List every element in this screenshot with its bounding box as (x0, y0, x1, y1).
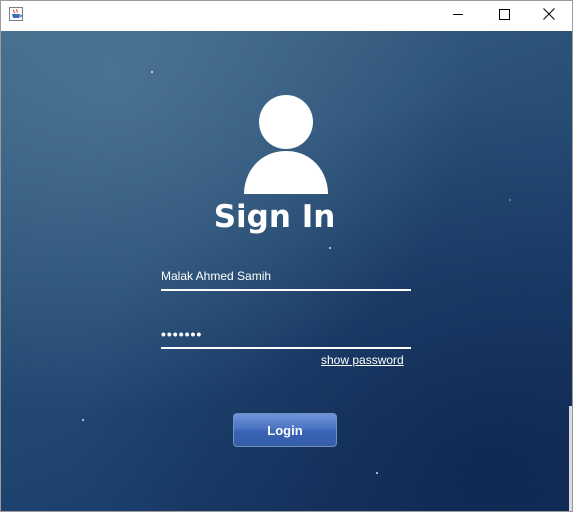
maximize-icon (498, 7, 510, 25)
minimize-button[interactable] (435, 1, 481, 30)
minimize-icon (452, 7, 464, 25)
close-button[interactable] (526, 1, 572, 30)
background-star (82, 419, 84, 421)
user-silhouette-icon (241, 95, 331, 195)
background-star (151, 71, 153, 73)
show-password-link[interactable]: show password (321, 353, 404, 367)
username-underline (161, 289, 411, 291)
close-icon (543, 7, 555, 25)
maximize-button[interactable] (481, 1, 527, 30)
java-coffee-icon (9, 7, 23, 21)
scrollbar-edge[interactable] (569, 406, 572, 511)
login-button[interactable]: Login (233, 413, 337, 447)
app-window: Sign In Malak Ahmed Samih ••••••• show p… (0, 0, 573, 512)
password-field[interactable]: ••••••• (161, 327, 411, 349)
login-button-label: Login (267, 422, 303, 438)
signin-panel: Sign In Malak Ahmed Samih ••••••• show p… (1, 31, 572, 511)
title-bar[interactable] (1, 1, 572, 30)
password-value[interactable]: ••••••• (161, 327, 411, 341)
password-underline (161, 347, 411, 349)
background-star (329, 247, 331, 249)
username-value[interactable]: Malak Ahmed Samih (161, 269, 411, 283)
username-field[interactable]: Malak Ahmed Samih (161, 269, 411, 291)
signin-title: Sign In (213, 199, 336, 235)
background-star (376, 472, 378, 474)
